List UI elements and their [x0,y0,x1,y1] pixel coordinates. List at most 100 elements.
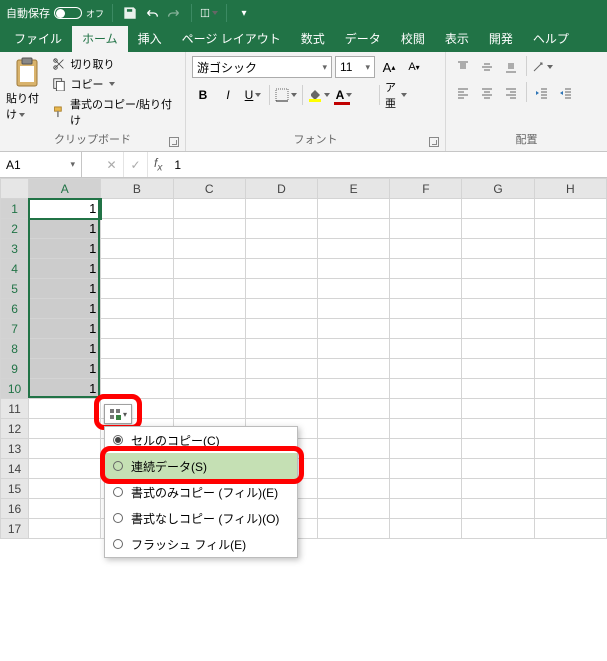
cell-F12[interactable] [390,419,462,439]
cell-G13[interactable] [462,439,534,459]
cell-H3[interactable] [534,239,606,259]
column-header-G[interactable]: G [462,179,534,199]
cell-H6[interactable] [534,299,606,319]
cell-A14[interactable] [29,459,101,479]
cell-D1[interactable] [245,199,317,219]
column-header-B[interactable]: B [101,179,173,199]
decrease-indent-button[interactable] [531,82,553,104]
cell-B4[interactable] [101,259,173,279]
dialog-launcher-icon[interactable] [429,137,439,147]
cell-D7[interactable] [245,319,317,339]
cell-D6[interactable] [245,299,317,319]
cell-F17[interactable] [390,519,462,539]
cell-G16[interactable] [462,499,534,519]
row-header-17[interactable]: 17 [1,519,29,539]
cell-E15[interactable] [318,479,390,499]
cell-G5[interactable] [462,279,534,299]
cell-A4[interactable]: 1 [29,259,101,279]
align-top-button[interactable] [452,56,474,78]
cell-A2[interactable]: 1 [29,219,101,239]
cell-C6[interactable] [173,299,245,319]
cell-B3[interactable] [101,239,173,259]
cell-G9[interactable] [462,359,534,379]
cell-D5[interactable] [245,279,317,299]
cell-G7[interactable] [462,319,534,339]
row-header-11[interactable]: 11 [1,399,29,419]
cell-B10[interactable] [101,379,173,399]
cell-E3[interactable] [318,239,390,259]
cell-C1[interactable] [173,199,245,219]
row-header-4[interactable]: 4 [1,259,29,279]
cell-D3[interactable] [245,239,317,259]
font-name-combo[interactable]: 游ゴシック▾ [192,56,332,78]
cell-A7[interactable]: 1 [29,319,101,339]
row-header-1[interactable]: 1 [1,199,29,219]
cell-A13[interactable] [29,439,101,459]
menu-item-fill-without-formatting[interactable]: 書式なしコピー (フィル)(O) [105,505,297,531]
row-header-12[interactable]: 12 [1,419,29,439]
cell-C2[interactable] [173,219,245,239]
cell-E5[interactable] [318,279,390,299]
cell-F9[interactable] [390,359,462,379]
cell-G11[interactable] [462,399,534,419]
cut-button[interactable]: 切り取り [52,56,179,72]
cell-A6[interactable]: 1 [29,299,101,319]
fill-color-button[interactable] [308,84,330,106]
cell-B6[interactable] [101,299,173,319]
cell-H16[interactable] [534,499,606,519]
cell-D8[interactable] [245,339,317,359]
column-header-F[interactable]: F [390,179,462,199]
phonetic-button[interactable]: ア亜 [385,84,407,106]
paste-button[interactable]: 貼り付け [6,56,48,129]
autosave-toggle[interactable]: 自動保存 オフ [6,5,104,21]
align-bottom-button[interactable] [500,56,522,78]
autofill-options-button[interactable]: ▾ [104,404,132,424]
cell-B9[interactable] [101,359,173,379]
align-middle-button[interactable] [476,56,498,78]
menu-item-copy-cells[interactable]: セルのコピー(C) [105,427,297,453]
increase-indent-button[interactable] [555,82,577,104]
touch-mode-button[interactable] [200,4,218,22]
italic-button[interactable]: I [217,84,239,106]
cell-H2[interactable] [534,219,606,239]
cell-G17[interactable] [462,519,534,539]
cell-H14[interactable] [534,459,606,479]
cell-C9[interactable] [173,359,245,379]
cell-D9[interactable] [245,359,317,379]
align-left-button[interactable] [452,82,474,104]
cell-F1[interactable] [390,199,462,219]
tab-formulas[interactable]: 数式 [291,26,335,52]
cell-E9[interactable] [318,359,390,379]
row-header-6[interactable]: 6 [1,299,29,319]
menu-item-fill-series[interactable]: 連続データ(S) [105,453,297,479]
cell-E4[interactable] [318,259,390,279]
cell-C5[interactable] [173,279,245,299]
cell-H11[interactable] [534,399,606,419]
qat-customize-button[interactable]: ▾ [235,4,253,22]
cell-F6[interactable] [390,299,462,319]
cell-G10[interactable] [462,379,534,399]
cell-F11[interactable] [390,399,462,419]
bold-button[interactable]: B [192,84,214,106]
cell-F8[interactable] [390,339,462,359]
cell-H12[interactable] [534,419,606,439]
select-all-corner[interactable] [1,179,29,199]
cell-E12[interactable] [318,419,390,439]
column-header-A[interactable]: A [29,179,101,199]
cell-G1[interactable] [462,199,534,219]
row-header-10[interactable]: 10 [1,379,29,399]
cell-G15[interactable] [462,479,534,499]
cell-H1[interactable] [534,199,606,219]
cell-A10[interactable]: 1 [29,379,101,399]
cell-C3[interactable] [173,239,245,259]
cell-A8[interactable]: 1 [29,339,101,359]
cell-E14[interactable] [318,459,390,479]
cell-G2[interactable] [462,219,534,239]
tab-view[interactable]: 表示 [435,26,479,52]
cell-C8[interactable] [173,339,245,359]
column-header-E[interactable]: E [318,179,390,199]
cell-F13[interactable] [390,439,462,459]
cell-F4[interactable] [390,259,462,279]
row-header-7[interactable]: 7 [1,319,29,339]
tab-insert[interactable]: 挿入 [128,26,172,52]
